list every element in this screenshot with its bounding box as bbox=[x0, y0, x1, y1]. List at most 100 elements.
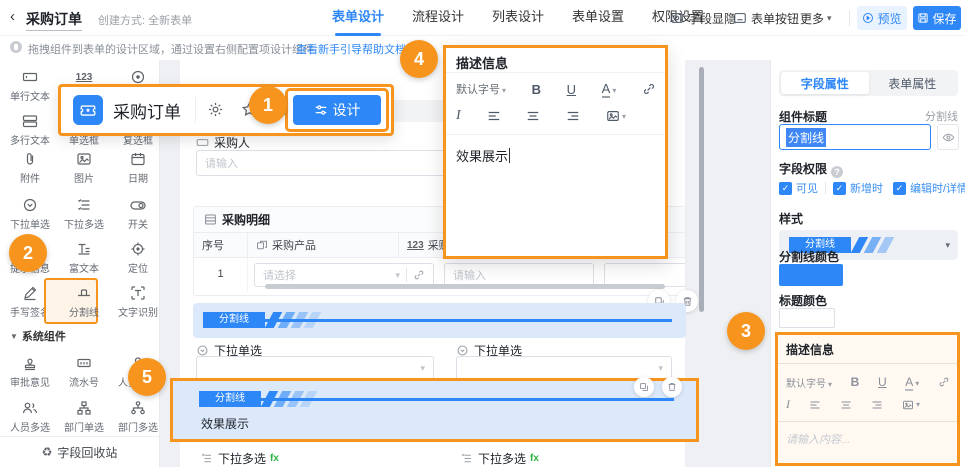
font-color-button[interactable]: A▾ bbox=[602, 80, 617, 98]
save-button[interactable]: 保存 bbox=[913, 6, 961, 30]
underline-button[interactable]: U bbox=[878, 375, 887, 389]
sidebar-item-divider[interactable]: 分割线 bbox=[58, 284, 110, 319]
desc-placeholder[interactable]: 请输入内容... bbox=[786, 431, 850, 447]
perm-visible-label[interactable]: 可见 bbox=[796, 180, 818, 196]
single-text-icon bbox=[4, 68, 56, 86]
save-icon bbox=[917, 12, 929, 24]
align-left-icon[interactable] bbox=[809, 399, 821, 411]
design-button[interactable]: 设计 bbox=[293, 95, 381, 125]
ocr-icon bbox=[112, 284, 164, 302]
divider-component-selected[interactable]: 分割线 bbox=[193, 303, 686, 338]
link-field-icon bbox=[256, 239, 268, 251]
row-index: 1 bbox=[194, 258, 248, 291]
italic-button[interactable]: I bbox=[786, 397, 790, 412]
align-center-icon[interactable] bbox=[840, 399, 852, 411]
form-button-button[interactable]: 表单按钮 bbox=[733, 0, 799, 36]
tab-list-design[interactable]: 列表设计 bbox=[489, 0, 547, 36]
top-header: ‹ 采购订单 创建方式: 全新表单 表单设计 流程设计 列表设计 表单设置 权限… bbox=[0, 0, 965, 36]
sidebar-item-rich-text[interactable]: 富文本 bbox=[58, 240, 110, 275]
field-buyer-label: 采购人 bbox=[196, 134, 250, 151]
designer-tabs: 表单设计 流程设计 列表设计 表单设置 权限设置 bbox=[318, 0, 718, 36]
eye-button[interactable] bbox=[937, 124, 959, 150]
sidebar-item-date[interactable]: 日期 bbox=[112, 150, 164, 185]
tab-form-design[interactable]: 表单设计 bbox=[329, 0, 387, 36]
font-size-dropdown[interactable]: 默认字号▾ bbox=[456, 81, 506, 97]
preview-button[interactable]: 预览 bbox=[857, 6, 907, 30]
font-size-dropdown[interactable]: 默认字号▾ bbox=[786, 375, 832, 390]
component-title-hint: 分割线 bbox=[771, 108, 958, 124]
tab-flow-design[interactable]: 流程设计 bbox=[409, 0, 467, 36]
system-components-header[interactable]: ▼系统组件 bbox=[10, 328, 66, 344]
sidebar-item-dept-single[interactable]: 部门单选 bbox=[58, 399, 110, 434]
subform-h-scrollbar[interactable] bbox=[265, 284, 665, 289]
divider-component-demo[interactable]: 分割线 bbox=[199, 391, 678, 407]
permission-checkboxes: ✓ 可见 ✓ 新增时 ✓ 编辑时/详情时 bbox=[779, 180, 965, 196]
perm-new-label[interactable]: 新增时 bbox=[850, 180, 883, 196]
richtext-content[interactable]: 效果展示 bbox=[456, 146, 510, 165]
sidebar-item-location[interactable]: 定位 bbox=[112, 240, 164, 275]
field-recycle-bin[interactable]: ♻字段回收站 bbox=[0, 436, 159, 467]
font-color-button[interactable]: A▾ bbox=[905, 373, 919, 391]
back-icon[interactable]: ‹ bbox=[10, 8, 15, 25]
annotation-box-3: 描述信息 默认字号▾ B U A▾ I ▾ 请输入内容... bbox=[775, 332, 960, 466]
title-color-swatch[interactable] bbox=[779, 308, 835, 328]
col-product-header: 采购产品 bbox=[248, 233, 399, 257]
help-doc-link[interactable]: 查看新手引导帮助文档 bbox=[296, 41, 406, 57]
tab-form-properties[interactable]: 表单属性 bbox=[869, 72, 957, 94]
italic-button[interactable]: I bbox=[456, 108, 461, 124]
checkbox-checked-icon[interactable]: ✓ bbox=[833, 182, 846, 195]
perm-edit-label[interactable]: 编辑时/详情时 bbox=[910, 180, 965, 196]
checkbox-checked-icon[interactable]: ✓ bbox=[779, 182, 792, 195]
chevron-down-icon: ▾ bbox=[622, 112, 626, 121]
org-multi-icon bbox=[112, 399, 164, 417]
align-center-icon[interactable] bbox=[526, 109, 540, 123]
sidebar-item-member-multi[interactable]: 人员多选 bbox=[4, 399, 56, 434]
bold-button[interactable]: B bbox=[851, 375, 860, 389]
component-title-input[interactable]: 分割线 bbox=[779, 124, 931, 150]
align-right-icon[interactable] bbox=[566, 109, 580, 123]
link-icon[interactable] bbox=[642, 82, 656, 96]
align-left-icon[interactable] bbox=[487, 109, 501, 123]
insert-image-button[interactable]: ▾ bbox=[902, 399, 920, 411]
app-icon bbox=[73, 95, 103, 125]
align-right-icon[interactable] bbox=[871, 399, 883, 411]
sidebar-item-dept-multi[interactable]: 部门多选 bbox=[112, 399, 164, 434]
sidebar-item-select-multi[interactable]: 下拉多选 bbox=[58, 196, 110, 231]
form-create-mode: 创建方式: 全新表单 bbox=[98, 12, 192, 28]
sidebar-item-attachment[interactable]: 附件 bbox=[4, 150, 56, 185]
stamp-icon bbox=[4, 354, 56, 372]
chevron-down-icon: ▾ bbox=[658, 363, 663, 374]
divider-color-label: 分割线颜色 bbox=[779, 248, 839, 265]
perm-divider bbox=[825, 182, 826, 194]
people-icon bbox=[4, 399, 56, 417]
sidebar-item-serial-number[interactable]: 流水号 bbox=[58, 354, 110, 389]
sidebar-item-single-text[interactable]: 单行文本 bbox=[4, 68, 56, 103]
more-menu[interactable]: 更多▾ bbox=[800, 0, 832, 36]
dropdown1-input[interactable]: ▾ bbox=[196, 356, 434, 380]
popup-divider bbox=[446, 72, 665, 73]
image-icon bbox=[58, 150, 110, 168]
section-divider bbox=[778, 421, 957, 422]
canvas-scrollbar[interactable] bbox=[699, 67, 704, 312]
underline-button[interactable]: U bbox=[567, 82, 576, 97]
insert-image-button[interactable]: ▾ bbox=[606, 109, 626, 123]
chevron-down-icon: ▾ bbox=[502, 86, 506, 95]
sidebar-item-image[interactable]: 图片 bbox=[58, 150, 110, 185]
link-icon[interactable] bbox=[938, 376, 950, 388]
tab-form-settings[interactable]: 表单设置 bbox=[569, 0, 627, 36]
form-title[interactable]: 采购订单 bbox=[26, 9, 82, 31]
link-icon[interactable] bbox=[413, 269, 425, 281]
dropdown2-input[interactable]: ▾ bbox=[456, 356, 672, 380]
divider-color-swatch[interactable] bbox=[779, 264, 843, 286]
sidebar-item-ocr[interactable]: 文字识别 bbox=[112, 284, 164, 319]
sidebar-item-multi-text[interactable]: 多行文本 bbox=[4, 112, 56, 147]
sidebar-item-select-single[interactable]: 下拉单选 bbox=[4, 196, 56, 231]
sidebar-item-switch[interactable]: 开关 bbox=[112, 196, 164, 231]
annotation-circle-3: 3 bbox=[727, 312, 765, 350]
bold-button[interactable]: B bbox=[532, 82, 541, 97]
tab-field-properties[interactable]: 字段属性 bbox=[781, 72, 869, 94]
sidebar-item-approval-comment[interactable]: 审批意见 bbox=[4, 354, 56, 389]
checkbox-checked-icon[interactable]: ✓ bbox=[893, 182, 906, 195]
gear-icon[interactable] bbox=[207, 101, 224, 123]
field-visibility-button[interactable]: 字段显隐 bbox=[670, 0, 736, 36]
